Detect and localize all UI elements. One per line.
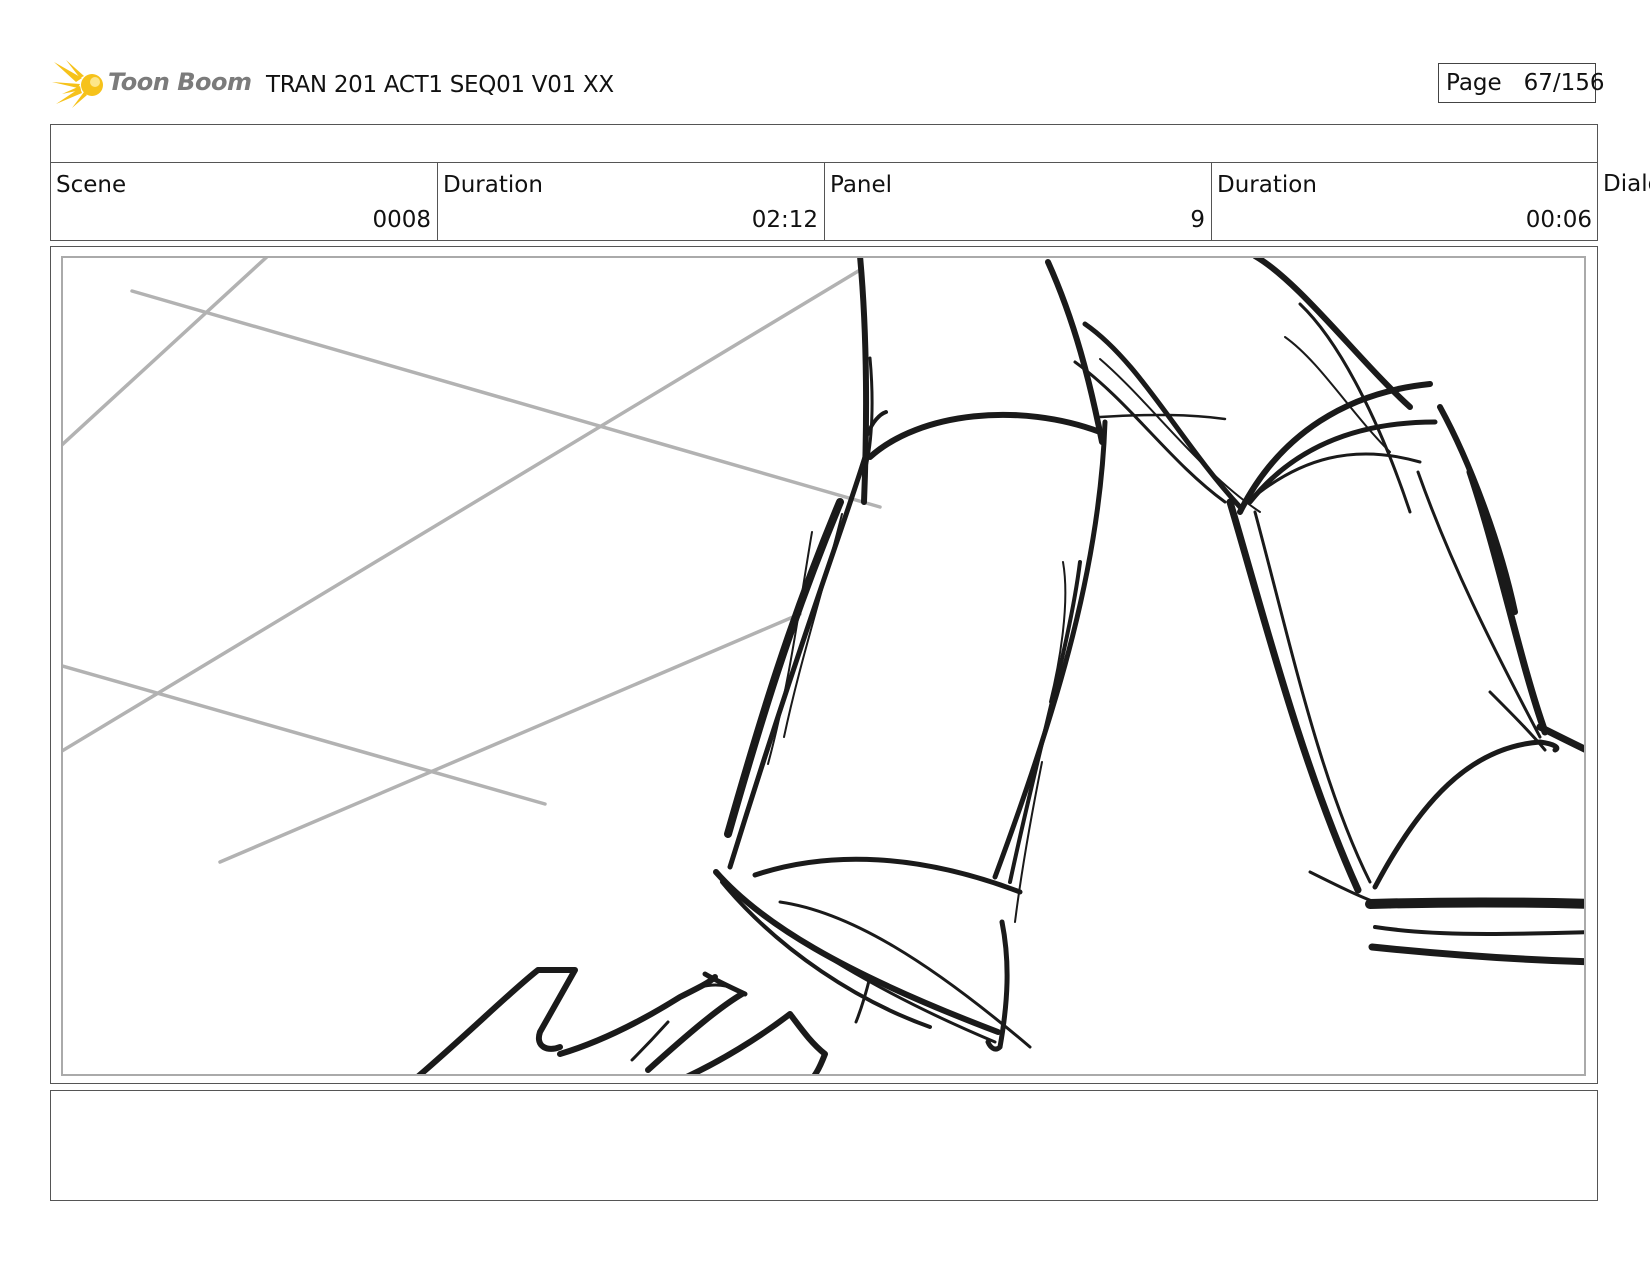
storyboard-sketch-image [63, 258, 1584, 1074]
panel-artwork [61, 256, 1586, 1076]
floor-grid-lines [63, 258, 882, 864]
scene-duration-value: 02:12 [751, 207, 818, 233]
header-strip [50, 124, 1598, 163]
toon-boom-logo: Toon Boom [52, 58, 252, 110]
logo-text: Toon Boom [108, 68, 252, 96]
page-number: 67/156 [1523, 70, 1605, 96]
panel-label: Panel [830, 172, 893, 198]
page-label: Page [1446, 70, 1502, 96]
panel-value: 9 [1190, 207, 1205, 233]
panel-duration-label: Duration [1217, 172, 1317, 198]
leg-sketch-lines [416, 258, 1584, 1074]
scene-cell: Scene 0008 [51, 163, 438, 240]
panel-cell: Panel 9 [825, 163, 1212, 240]
page-indicator: Page 67/156 [1438, 63, 1605, 103]
scene-value: 0008 [372, 207, 431, 233]
scene-duration-cell: Duration 02:12 [438, 163, 825, 240]
panel-info-row: Scene 0008 Duration 02:12 Panel 9 Durati… [50, 162, 1598, 241]
scene-label: Scene [56, 172, 127, 198]
panel-duration-cell: Duration 00:06 [1212, 163, 1598, 240]
starburst-icon [52, 60, 103, 108]
scene-duration-label: Duration [443, 172, 543, 198]
dialog-notes-box [50, 1090, 1598, 1201]
dialog-label: Dialo [1603, 171, 1650, 197]
panel-duration-value: 00:06 [1525, 207, 1592, 233]
document-title: TRAN 201 ACT1 SEQ01 V01 XX [266, 72, 614, 98]
